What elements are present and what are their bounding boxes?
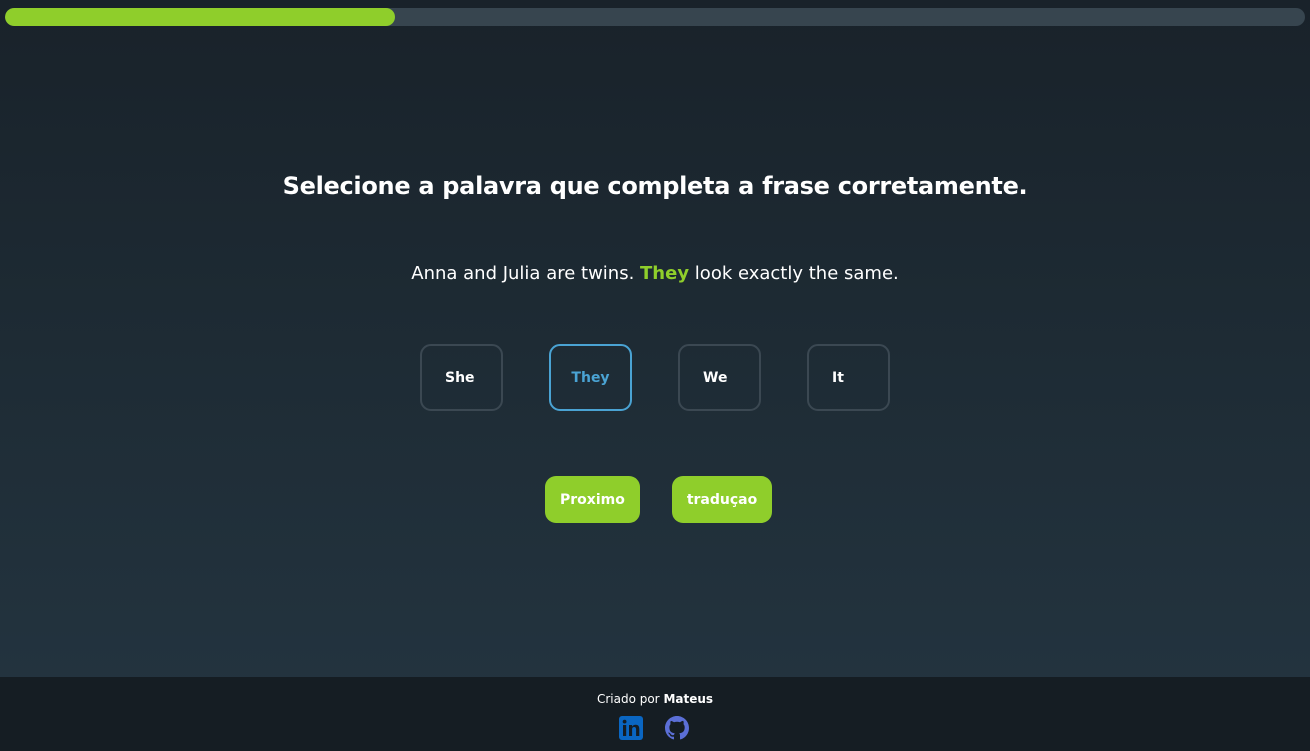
linkedin-icon[interactable]: [619, 716, 643, 740]
option-it[interactable]: It: [807, 344, 890, 411]
quiz-area: Selecione a palavra que completa a frase…: [0, 0, 1310, 677]
sentence-end: look exactly the same.: [689, 263, 899, 284]
instruction-heading: Selecione a palavra que completa a frase…: [282, 172, 1028, 200]
sentence-answer: They: [640, 263, 690, 284]
credit-prefix: Criado por: [596, 692, 664, 706]
github-icon[interactable]: [665, 716, 689, 740]
option-we[interactable]: We: [678, 344, 761, 411]
action-buttons: Proximo traduçao: [545, 476, 773, 523]
option-they[interactable]: They: [549, 344, 632, 411]
translation-button[interactable]: traduçao: [671, 476, 773, 523]
next-button[interactable]: Proximo: [545, 476, 640, 523]
answer-options: She They We It: [420, 344, 890, 411]
option-she[interactable]: She: [420, 344, 503, 411]
sentence-start: Anna and Julia are twins.: [411, 263, 641, 284]
author-name: Mateus: [663, 692, 714, 706]
social-links: [619, 716, 689, 740]
credit-text: Criado por Mateus: [0, 692, 1310, 706]
sentence: Anna and Julia are twins. They look exac…: [0, 263, 1310, 284]
